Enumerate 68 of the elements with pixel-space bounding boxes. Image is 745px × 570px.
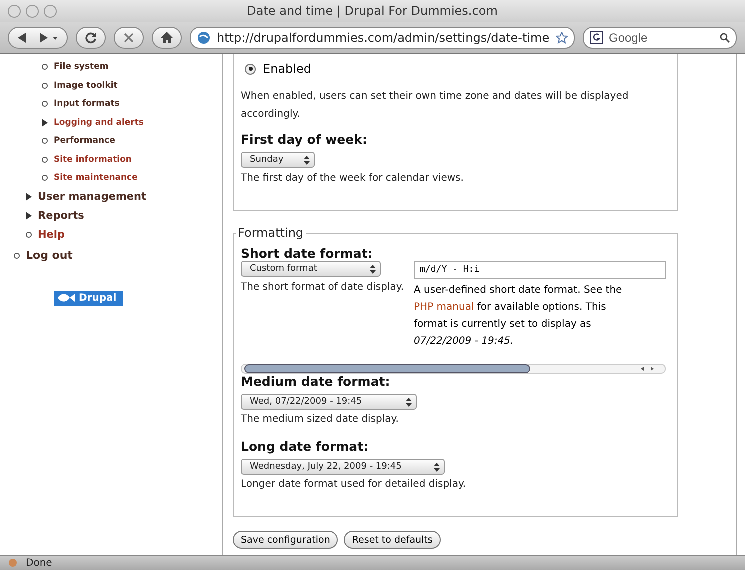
close-icon: [124, 32, 134, 42]
menu-link[interactable]: Image toolkit: [42, 76, 222, 95]
triangle-icon: [26, 193, 32, 201]
horizontal-scrollbar-icon[interactable]: [241, 364, 666, 374]
help-text: A user-defined short date format. See the PHP manual for available options. This format is currently set to display as 07/22/2009 - 19:45.: [414, 284, 624, 349]
description-text: The medium sized date display.: [241, 413, 400, 427]
menu-link[interactable]: Site maintenance: [42, 169, 222, 188]
menu-link[interactable]: Input formats: [42, 95, 222, 114]
menu-link[interactable]: Logging and alerts: [42, 114, 222, 132]
menu-link[interactable]: Performance: [42, 132, 222, 150]
field-label: First day of week:: [241, 132, 368, 147]
search-box[interactable]: Google: [583, 26, 737, 48]
select-arrows-icon: [434, 462, 440, 472]
menu-link[interactable]: Reports: [26, 206, 222, 226]
description-text: When enabled, users can set their own time zone and dates will be displayed accordingly.: [241, 90, 630, 122]
enabled-radio[interactable]: Enabled: [245, 62, 670, 76]
description-text: The first day of the week for calendar views.: [241, 172, 465, 186]
fieldset-legend: Formatting: [236, 226, 306, 240]
status-bar: Done: [0, 555, 745, 570]
window-title: Date and time | Drupal For Dummies.com: [247, 4, 498, 18]
bullet-icon: [42, 101, 48, 108]
description-text: The short format of date display.: [241, 281, 404, 295]
select-arrows-icon: [304, 156, 310, 164]
radio-icon[interactable]: [245, 64, 256, 74]
form-button[interactable]: Save configuration: [233, 531, 338, 549]
menu-link[interactable]: File system: [42, 58, 222, 76]
form-button[interactable]: Reset to defaults: [344, 531, 441, 549]
triangle-icon: [26, 212, 32, 220]
search-field[interactable]: Google: [607, 30, 716, 46]
bullet-icon: [42, 138, 48, 144]
back-forward-button[interactable]: [8, 26, 68, 48]
reload-icon: [85, 32, 97, 44]
php-manual-link[interactable]: PHP manual: [414, 302, 474, 313]
bullet-icon: [14, 252, 20, 258]
triangle-icon: [42, 118, 48, 127]
field-label: Long date format:: [241, 439, 370, 454]
format-select[interactable]: Custom format: [241, 261, 381, 277]
back-forward-icon: [18, 32, 58, 42]
reload-button[interactable]: [76, 26, 106, 48]
home-icon: [161, 32, 173, 43]
format-input[interactable]: m/d/Y - H:i: [414, 261, 666, 279]
field-label: Short date format:: [241, 246, 374, 261]
address-bar[interactable]: http://drupalfordummies.com/admin/settings/date-time: [190, 26, 575, 48]
status-icon: [8, 558, 18, 568]
drop-icon: [57, 293, 75, 303]
day-select[interactable]: Sunday: [241, 152, 315, 168]
bullet-icon: [42, 82, 48, 89]
globe-icon: [197, 30, 211, 44]
stop-button[interactable]: [114, 26, 144, 48]
select-arrows-icon: [370, 264, 376, 274]
bullet-icon: [42, 156, 48, 163]
drupal-badge[interactable]: Drupal: [54, 290, 123, 306]
star-icon[interactable]: [556, 32, 568, 44]
bullet-icon: [42, 64, 48, 70]
menu-link[interactable]: Site information: [42, 150, 222, 169]
format-select[interactable]: Wednesday, July 22, 2009 - 19:45: [241, 459, 445, 475]
search-icon: [720, 32, 730, 42]
select-arrows-icon: [406, 398, 412, 406]
menu-link[interactable]: Help: [26, 226, 222, 244]
description-text: Longer date format used for detailed display.: [241, 478, 468, 492]
field-label: Medium date format:: [241, 374, 392, 389]
bullet-icon: [42, 175, 48, 182]
format-select[interactable]: Wed, 07/22/2009 - 19:45: [241, 394, 417, 410]
bullet-icon: [26, 232, 32, 238]
menu-link[interactable]: Log out: [14, 244, 222, 266]
home-button[interactable]: [152, 26, 182, 48]
menu-link[interactable]: User management: [26, 188, 222, 206]
google-icon: [590, 31, 603, 44]
